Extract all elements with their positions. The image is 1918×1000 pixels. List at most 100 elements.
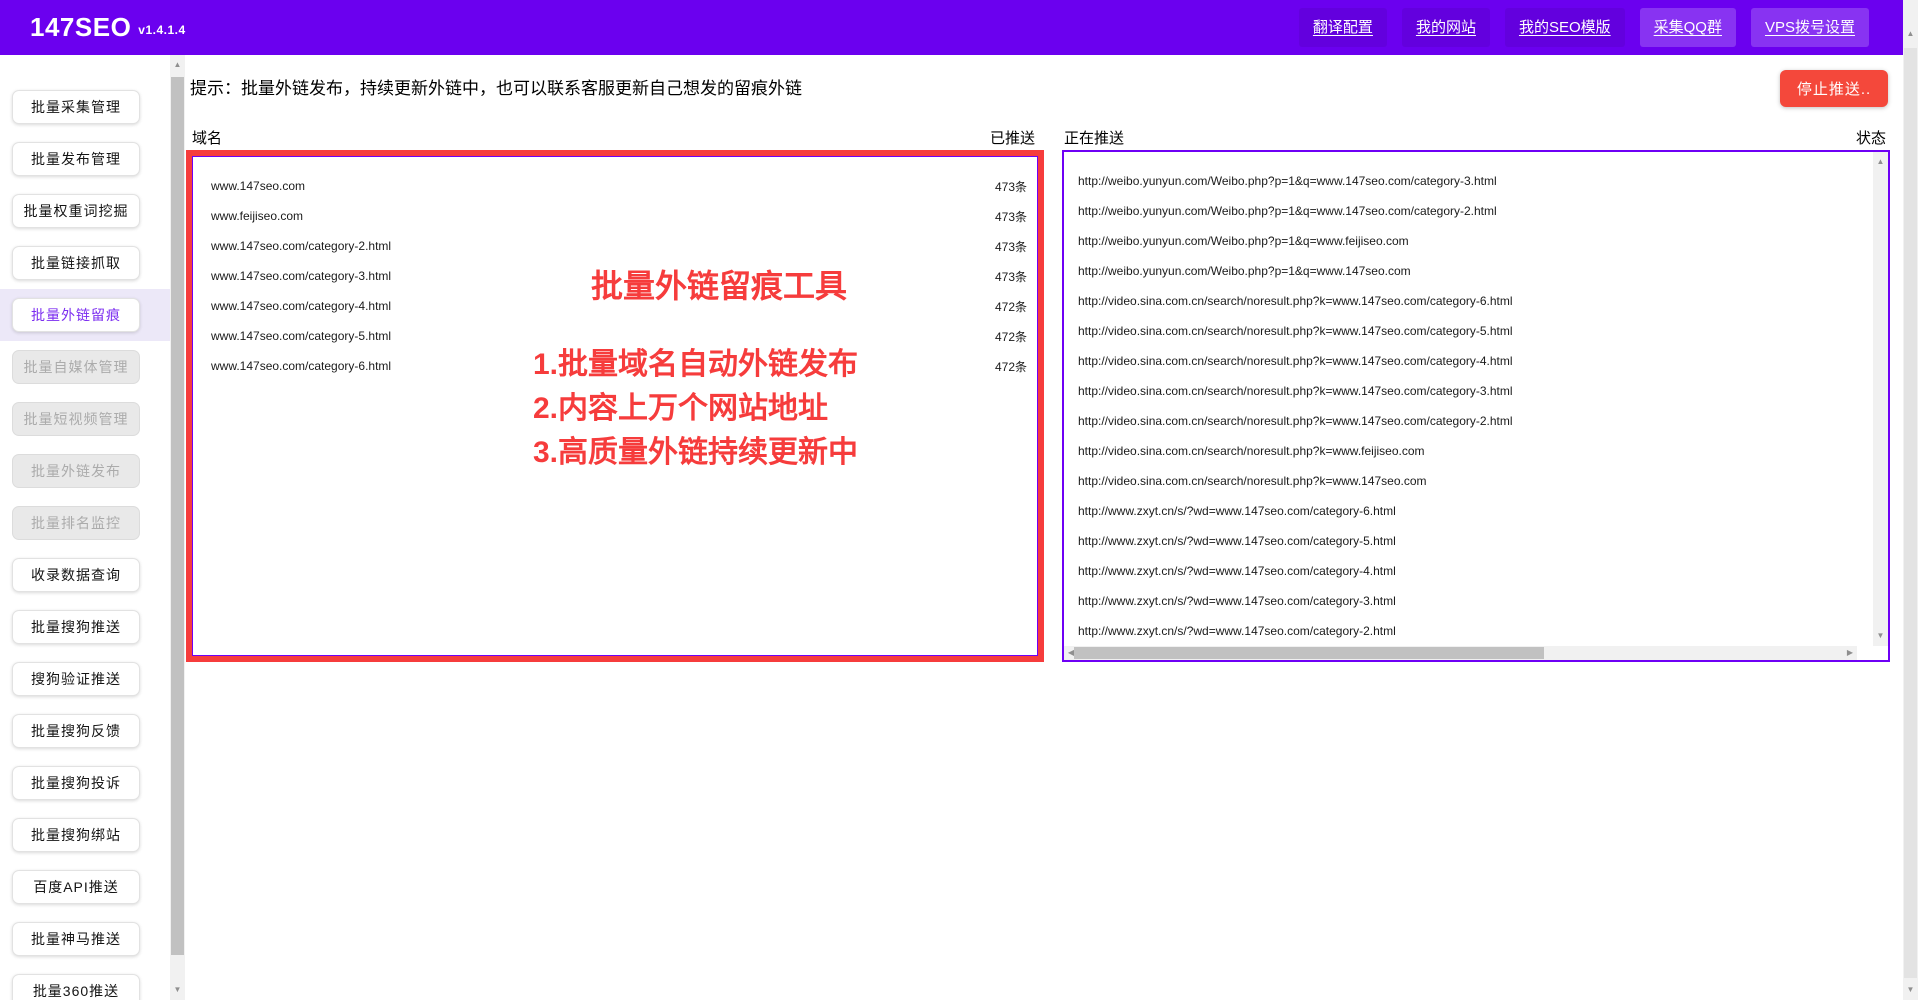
stop-push-button[interactable]: 停止推送.. <box>1780 70 1888 107</box>
nav-item-我的网站[interactable]: 我的网站 <box>1402 8 1490 47</box>
scroll-down-icon[interactable]: ▼ <box>170 982 185 998</box>
sidebar-item-批量自媒体管理: 批量自媒体管理 <box>12 350 140 384</box>
sidebar-row: 收录数据查询 <box>0 549 170 601</box>
sidebar-row: 批量外链发布 <box>0 445 170 497</box>
pushed-count: 473条 <box>995 178 1027 195</box>
sidebar-item-搜狗验证推送[interactable]: 搜狗验证推送 <box>12 662 140 696</box>
pushing-url-row[interactable]: http://video.sina.com.cn/search/noresult… <box>1064 316 1888 346</box>
column-header-pushing: 正在推送 <box>1064 127 1124 148</box>
sidebar-row: 批量搜狗反馈 <box>0 705 170 757</box>
scroll-up-icon[interactable]: ▲ <box>1873 154 1888 170</box>
sidebar-row: 批量采集管理 <box>0 81 170 133</box>
pushed-count: 472条 <box>995 328 1027 345</box>
domain-row[interactable]: www.147seo.com/category-3.html473条 <box>193 261 1037 291</box>
domain-row[interactable]: www.feijiseo.com473条 <box>193 201 1037 231</box>
nav-item-我的SEO模版[interactable]: 我的SEO模版 <box>1505 8 1625 47</box>
tip-text: 提示：批量外链发布，持续更新外链中，也可以联系客服更新自己想发的留痕外链 <box>190 74 802 99</box>
pushing-horizontal-scrollbar[interactable]: ◀ ▶ <box>1064 646 1857 660</box>
app-version: v1.4.1.4 <box>138 23 185 37</box>
pushing-url-row[interactable]: http://video.sina.com.cn/search/noresult… <box>1064 466 1888 496</box>
sidebar-row: 批量短视频管理 <box>0 393 170 445</box>
sidebar-row: 批量搜狗推送 <box>0 601 170 653</box>
pushing-url-row[interactable]: http://www.zxyt.cn/s/?wd=www.147seo.com/… <box>1064 616 1888 646</box>
pushing-url-row[interactable]: http://video.sina.com.cn/search/noresult… <box>1064 346 1888 376</box>
sidebar-item-批量搜狗绑站[interactable]: 批量搜狗绑站 <box>12 818 140 852</box>
pushing-url-row[interactable]: http://www.zxyt.cn/s/?wd=www.147seo.com/… <box>1064 556 1888 586</box>
sidebar-item-批量短视频管理: 批量短视频管理 <box>12 402 140 436</box>
pushing-url-row[interactable]: http://video.sina.com.cn/search/noresult… <box>1064 406 1888 436</box>
scroll-right-icon[interactable]: ▶ <box>1843 646 1857 660</box>
domain-row[interactable]: www.147seo.com/category-4.html 472条 <box>193 291 1037 321</box>
pushing-url-row[interactable]: http://www.zxyt.cn/s/?wd=www.147seo.com/… <box>1064 586 1888 616</box>
sidebar-item-批量搜狗投诉[interactable]: 批量搜狗投诉 <box>12 766 140 800</box>
scroll-up-icon[interactable]: ▲ <box>170 57 185 73</box>
sidebar-item-批量外链留痕[interactable]: 批量外链留痕 <box>12 298 140 332</box>
sidebar-row: 批量链接抓取 <box>0 237 170 289</box>
app-logo-text: 147SEO <box>30 12 131 42</box>
column-header-status: 状态 <box>1826 127 1886 148</box>
promo-line: 3.高质量外链持续更新中 <box>533 431 905 475</box>
sidebar-row: 批量自媒体管理 <box>0 341 170 393</box>
domain-name: www.147seo.com/category-2.html <box>211 239 391 253</box>
app-header: 147SEO v1.4.1.4 翻译配置我的网站我的SEO模版采集QQ群 VPS拨号… <box>0 0 1903 55</box>
sidebar-scrollbar[interactable]: ▲ ▼ <box>170 55 185 1000</box>
sidebar-item-批量外链发布: 批量外链发布 <box>12 454 140 488</box>
sidebar-item-批量搜狗推送[interactable]: 批量搜狗推送 <box>12 610 140 644</box>
page-scrollbar[interactable]: ▲ ▼ <box>1903 0 1918 1000</box>
sidebar-row: 批量360推送 <box>0 965 170 1000</box>
sidebar-row: 批量排名监控 <box>0 497 170 549</box>
nav-item-采集QQ群[interactable]: 采集QQ群 <box>1640 8 1736 47</box>
pushing-url-row[interactable]: http://weibo.yunyun.com/Weibo.php?p=1&q=… <box>1064 166 1888 196</box>
sidebar-item-收录数据查询[interactable]: 收录数据查询 <box>12 558 140 592</box>
page-scrollbar-thumb[interactable] <box>1904 48 1917 978</box>
sidebar: 批量采集管理批量发布管理批量权重词挖掘批量链接抓取批量外链留痕批量自媒体管理批量… <box>0 55 170 1000</box>
sidebar-item-批量神马推送[interactable]: 批量神马推送 <box>12 922 140 956</box>
sidebar-row: 百度API推送 <box>0 861 170 913</box>
sidebar-row: 搜狗验证推送 <box>0 653 170 705</box>
app-logo: 147SEO v1.4.1.4 <box>30 12 186 43</box>
scroll-down-icon[interactable]: ▼ <box>1873 628 1888 644</box>
pushing-url-row[interactable]: http://weibo.yunyun.com/Weibo.php?p=1&q=… <box>1064 256 1888 286</box>
domain-row[interactable]: www.147seo.com/category-2.html 473条 <box>193 231 1037 261</box>
nav-item-翻译配置[interactable]: 翻译配置 <box>1299 8 1387 47</box>
pushed-count: 473条 <box>995 238 1027 255</box>
sidebar-row: 批量发布管理 <box>0 133 170 185</box>
pushed-count: 472条 <box>995 298 1027 315</box>
domain-row[interactable]: www.147seo.com/category-5.html 472条 <box>193 321 1037 351</box>
sidebar-row: 批量神马推送 <box>0 913 170 965</box>
pushing-url-list: http://weibo.yunyun.com/Weibo.php?p=1&q=… <box>1064 152 1888 646</box>
sidebar-item-批量360推送[interactable]: 批量360推送 <box>12 974 140 1000</box>
column-header-domain: 域名 <box>192 127 222 148</box>
domain-name: www.147seo.com/category-4.html <box>211 299 391 313</box>
sidebar-row: 批量搜狗投诉 <box>0 757 170 809</box>
sidebar-item-批量链接抓取[interactable]: 批量链接抓取 <box>12 246 140 280</box>
domain-row[interactable]: www.147seo.com/category-6.html472条 <box>193 351 1037 381</box>
sidebar-item-批量搜狗反馈[interactable]: 批量搜狗反馈 <box>12 714 140 748</box>
pushing-url-row[interactable]: http://weibo.yunyun.com/Weibo.php?p=1&q=… <box>1064 226 1888 256</box>
domain-list: www.147seo.com473条www.feijiseo.com473条ww… <box>193 157 1037 381</box>
pushing-url-row[interactable]: http://www.zxyt.cn/s/?wd=www.147seo.com/… <box>1064 496 1888 526</box>
sidebar-row: 批量权重词挖掘 <box>0 185 170 237</box>
pushing-url-row[interactable]: http://video.sina.com.cn/search/noresult… <box>1064 436 1888 466</box>
domain-name: www.147seo.com/category-5.html <box>211 329 391 343</box>
sidebar-scrollbar-thumb[interactable] <box>171 77 184 955</box>
sidebar-item-批量权重词挖掘[interactable]: 批量权重词挖掘 <box>12 194 140 228</box>
nav-item-VPS拨号设置[interactable]: VPS拨号设置 <box>1751 8 1869 47</box>
pushing-horizontal-scrollbar-thumb[interactable] <box>1074 647 1544 659</box>
pushed-count: 473条 <box>995 208 1027 225</box>
pushing-url-row[interactable]: http://www.zxyt.cn/s/?wd=www.147seo.com/… <box>1064 526 1888 556</box>
app-window: 147SEO v1.4.1.4 翻译配置我的网站我的SEO模版采集QQ群 VPS拨号… <box>0 0 1918 1000</box>
pushing-url-row[interactable]: http://weibo.yunyun.com/Weibo.php?p=1&q=… <box>1064 196 1888 226</box>
sidebar-item-批量采集管理[interactable]: 批量采集管理 <box>12 90 140 124</box>
sidebar-row: 批量外链留痕 <box>0 289 170 341</box>
promo-line: 2.内容上万个网站地址 <box>533 387 905 431</box>
pushing-url-row[interactable]: http://video.sina.com.cn/search/noresult… <box>1064 286 1888 316</box>
sidebar-item-批量发布管理[interactable]: 批量发布管理 <box>12 142 140 176</box>
pushing-url-row[interactable]: http://video.sina.com.cn/search/noresult… <box>1064 376 1888 406</box>
sidebar-row: 批量搜狗绑站 <box>0 809 170 861</box>
domain-row[interactable]: www.147seo.com473条 <box>193 171 1037 201</box>
scroll-up-icon[interactable]: ▲ <box>1903 26 1918 42</box>
scroll-down-icon[interactable]: ▼ <box>1903 982 1918 998</box>
sidebar-item-百度API推送[interactable]: 百度API推送 <box>12 870 140 904</box>
pushing-vertical-scrollbar[interactable]: ▲ ▼ <box>1873 152 1888 646</box>
